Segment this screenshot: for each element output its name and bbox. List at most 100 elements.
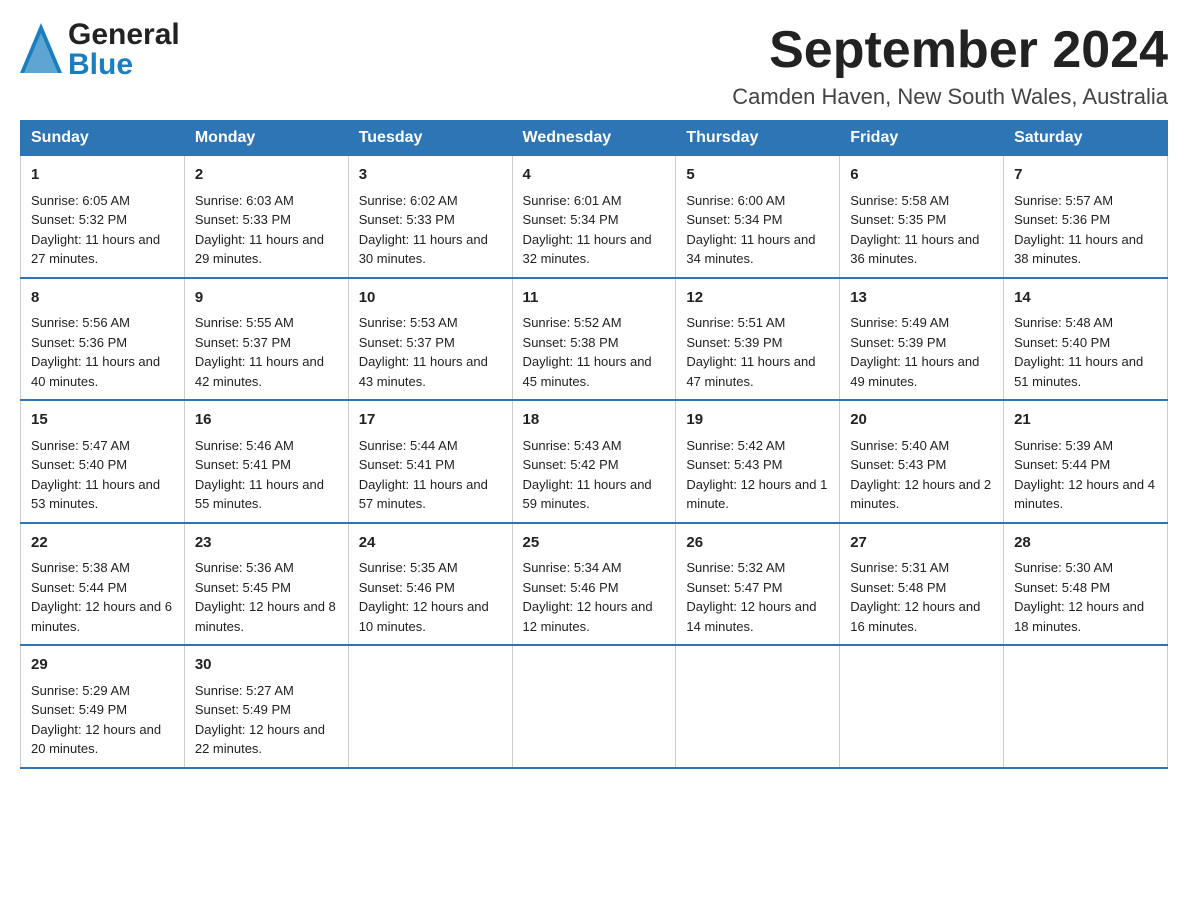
day-info: Sunrise: 6:00 AMSunset: 5:34 PMDaylight:… (686, 193, 815, 267)
table-row: 30 Sunrise: 5:27 AMSunset: 5:49 PMDaylig… (184, 645, 348, 768)
day-number: 7 (1014, 164, 1157, 187)
day-number: 26 (686, 532, 829, 555)
table-row (348, 645, 512, 768)
table-row: 24 Sunrise: 5:35 AMSunset: 5:46 PMDaylig… (348, 523, 512, 646)
table-row: 29 Sunrise: 5:29 AMSunset: 5:49 PMDaylig… (21, 645, 185, 768)
table-row: 23 Sunrise: 5:36 AMSunset: 5:45 PMDaylig… (184, 523, 348, 646)
day-info: Sunrise: 5:29 AMSunset: 5:49 PMDaylight:… (31, 683, 161, 757)
logo-general-text: General (68, 20, 180, 50)
day-info: Sunrise: 5:27 AMSunset: 5:49 PMDaylight:… (195, 683, 325, 757)
calendar-week-row: 1 Sunrise: 6:05 AMSunset: 5:32 PMDayligh… (21, 156, 1168, 278)
day-number: 23 (195, 532, 338, 555)
table-row: 22 Sunrise: 5:38 AMSunset: 5:44 PMDaylig… (21, 523, 185, 646)
day-info: Sunrise: 5:46 AMSunset: 5:41 PMDaylight:… (195, 438, 324, 512)
calendar-week-row: 15 Sunrise: 5:47 AMSunset: 5:40 PMDaylig… (21, 400, 1168, 523)
table-row: 3 Sunrise: 6:02 AMSunset: 5:33 PMDayligh… (348, 156, 512, 278)
day-info: Sunrise: 5:38 AMSunset: 5:44 PMDaylight:… (31, 560, 172, 634)
day-info: Sunrise: 5:58 AMSunset: 5:35 PMDaylight:… (850, 193, 979, 267)
day-info: Sunrise: 5:55 AMSunset: 5:37 PMDaylight:… (195, 315, 324, 389)
day-number: 3 (359, 164, 502, 187)
table-row: 7 Sunrise: 5:57 AMSunset: 5:36 PMDayligh… (1004, 156, 1168, 278)
day-info: Sunrise: 5:43 AMSunset: 5:42 PMDaylight:… (523, 438, 652, 512)
month-title: September 2024 (732, 20, 1168, 80)
day-info: Sunrise: 6:03 AMSunset: 5:33 PMDaylight:… (195, 193, 324, 267)
logo-icon (20, 23, 62, 78)
table-row (1004, 645, 1168, 768)
day-info: Sunrise: 5:44 AMSunset: 5:41 PMDaylight:… (359, 438, 488, 512)
day-number: 24 (359, 532, 502, 555)
page-header: General Blue September 2024 Camden Haven… (20, 20, 1168, 110)
table-row (512, 645, 676, 768)
calendar-table: Sunday Monday Tuesday Wednesday Thursday… (20, 120, 1168, 769)
table-row: 6 Sunrise: 5:58 AMSunset: 5:35 PMDayligh… (840, 156, 1004, 278)
header-wednesday: Wednesday (512, 121, 676, 156)
location-title: Camden Haven, New South Wales, Australia (732, 84, 1168, 110)
table-row: 5 Sunrise: 6:00 AMSunset: 5:34 PMDayligh… (676, 156, 840, 278)
day-info: Sunrise: 5:56 AMSunset: 5:36 PMDaylight:… (31, 315, 160, 389)
table-row: 16 Sunrise: 5:46 AMSunset: 5:41 PMDaylig… (184, 400, 348, 523)
day-info: Sunrise: 5:39 AMSunset: 5:44 PMDaylight:… (1014, 438, 1155, 512)
day-info: Sunrise: 6:02 AMSunset: 5:33 PMDaylight:… (359, 193, 488, 267)
table-row: 1 Sunrise: 6:05 AMSunset: 5:32 PMDayligh… (21, 156, 185, 278)
day-number: 27 (850, 532, 993, 555)
header-saturday: Saturday (1004, 121, 1168, 156)
day-number: 9 (195, 287, 338, 310)
table-row: 11 Sunrise: 5:52 AMSunset: 5:38 PMDaylig… (512, 278, 676, 401)
table-row: 26 Sunrise: 5:32 AMSunset: 5:47 PMDaylig… (676, 523, 840, 646)
calendar-header-row: Sunday Monday Tuesday Wednesday Thursday… (21, 121, 1168, 156)
day-number: 11 (523, 287, 666, 310)
day-number: 20 (850, 409, 993, 432)
day-number: 21 (1014, 409, 1157, 432)
day-number: 28 (1014, 532, 1157, 555)
day-number: 14 (1014, 287, 1157, 310)
day-info: Sunrise: 5:51 AMSunset: 5:39 PMDaylight:… (686, 315, 815, 389)
table-row: 15 Sunrise: 5:47 AMSunset: 5:40 PMDaylig… (21, 400, 185, 523)
header-thursday: Thursday (676, 121, 840, 156)
table-row: 8 Sunrise: 5:56 AMSunset: 5:36 PMDayligh… (21, 278, 185, 401)
day-number: 30 (195, 654, 338, 677)
day-number: 10 (359, 287, 502, 310)
day-info: Sunrise: 5:49 AMSunset: 5:39 PMDaylight:… (850, 315, 979, 389)
table-row (840, 645, 1004, 768)
day-number: 6 (850, 164, 993, 187)
day-number: 25 (523, 532, 666, 555)
header-friday: Friday (840, 121, 1004, 156)
day-info: Sunrise: 5:48 AMSunset: 5:40 PMDaylight:… (1014, 315, 1143, 389)
logo-blue-text: Blue (68, 50, 180, 80)
day-info: Sunrise: 5:36 AMSunset: 5:45 PMDaylight:… (195, 560, 336, 634)
header-tuesday: Tuesday (348, 121, 512, 156)
table-row: 21 Sunrise: 5:39 AMSunset: 5:44 PMDaylig… (1004, 400, 1168, 523)
table-row: 28 Sunrise: 5:30 AMSunset: 5:48 PMDaylig… (1004, 523, 1168, 646)
header-monday: Monday (184, 121, 348, 156)
calendar-week-row: 22 Sunrise: 5:38 AMSunset: 5:44 PMDaylig… (21, 523, 1168, 646)
day-number: 15 (31, 409, 174, 432)
table-row: 14 Sunrise: 5:48 AMSunset: 5:40 PMDaylig… (1004, 278, 1168, 401)
table-row: 20 Sunrise: 5:40 AMSunset: 5:43 PMDaylig… (840, 400, 1004, 523)
table-row: 27 Sunrise: 5:31 AMSunset: 5:48 PMDaylig… (840, 523, 1004, 646)
table-row: 17 Sunrise: 5:44 AMSunset: 5:41 PMDaylig… (348, 400, 512, 523)
day-number: 12 (686, 287, 829, 310)
day-number: 19 (686, 409, 829, 432)
table-row: 12 Sunrise: 5:51 AMSunset: 5:39 PMDaylig… (676, 278, 840, 401)
day-info: Sunrise: 5:57 AMSunset: 5:36 PMDaylight:… (1014, 193, 1143, 267)
day-number: 8 (31, 287, 174, 310)
day-number: 4 (523, 164, 666, 187)
table-row (676, 645, 840, 768)
day-number: 16 (195, 409, 338, 432)
day-info: Sunrise: 5:52 AMSunset: 5:38 PMDaylight:… (523, 315, 652, 389)
table-row: 4 Sunrise: 6:01 AMSunset: 5:34 PMDayligh… (512, 156, 676, 278)
day-info: Sunrise: 5:32 AMSunset: 5:47 PMDaylight:… (686, 560, 816, 634)
day-info: Sunrise: 5:34 AMSunset: 5:46 PMDaylight:… (523, 560, 653, 634)
day-number: 1 (31, 164, 174, 187)
day-info: Sunrise: 5:53 AMSunset: 5:37 PMDaylight:… (359, 315, 488, 389)
table-row: 13 Sunrise: 5:49 AMSunset: 5:39 PMDaylig… (840, 278, 1004, 401)
logo: General Blue (20, 20, 180, 80)
calendar-week-row: 29 Sunrise: 5:29 AMSunset: 5:49 PMDaylig… (21, 645, 1168, 768)
table-row: 9 Sunrise: 5:55 AMSunset: 5:37 PMDayligh… (184, 278, 348, 401)
day-info: Sunrise: 5:30 AMSunset: 5:48 PMDaylight:… (1014, 560, 1144, 634)
table-row: 25 Sunrise: 5:34 AMSunset: 5:46 PMDaylig… (512, 523, 676, 646)
day-number: 13 (850, 287, 993, 310)
day-info: Sunrise: 5:40 AMSunset: 5:43 PMDaylight:… (850, 438, 991, 512)
day-info: Sunrise: 6:05 AMSunset: 5:32 PMDaylight:… (31, 193, 160, 267)
day-info: Sunrise: 5:31 AMSunset: 5:48 PMDaylight:… (850, 560, 980, 634)
